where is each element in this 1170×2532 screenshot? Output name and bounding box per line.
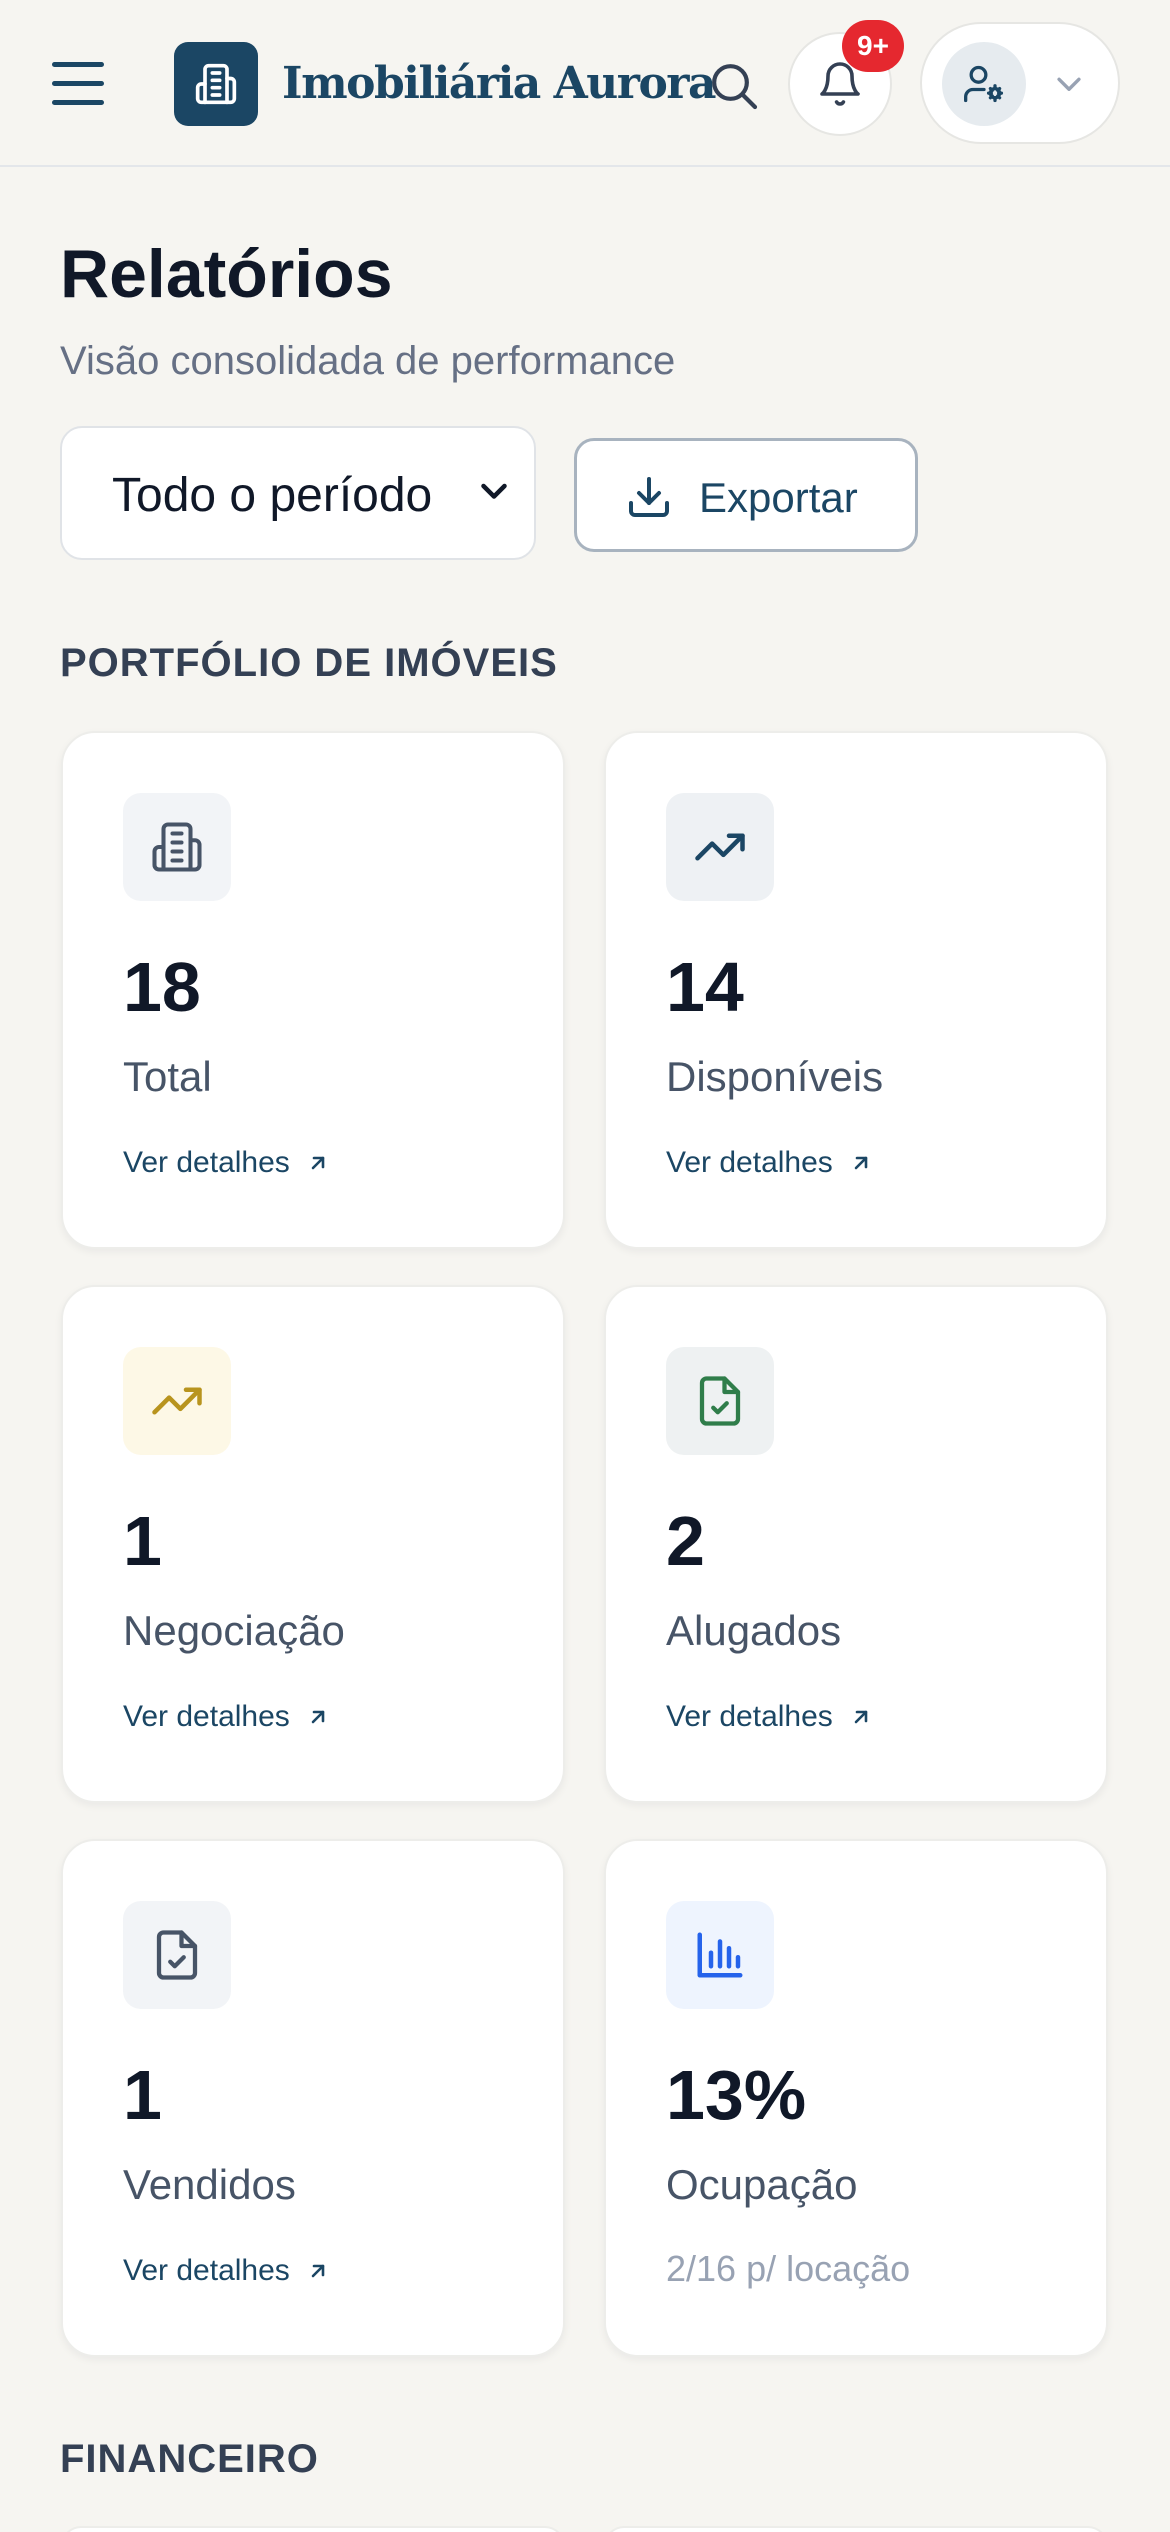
stat-card-sold[interactable]: 1 Vendidos Ver detalhes (61, 1839, 565, 2357)
stat-label: Disponíveis (666, 1053, 884, 1100)
view-details-label: Ver detalhes (666, 1146, 833, 1179)
stat-value: 14 (666, 948, 744, 1026)
avatar (942, 42, 1026, 126)
view-details-label: Ver detalhes (123, 1146, 290, 1179)
view-details-label: Ver detalhes (123, 2254, 290, 2287)
stat-card-occupancy: 13% Ocupação 2/16 p/ locação (604, 1839, 1108, 2357)
download-icon (629, 477, 669, 517)
period-select-value: Todo o período (112, 469, 433, 522)
trending-up-icon (152, 1387, 202, 1415)
view-details-link[interactable]: Ver detalhes (123, 1695, 330, 1739)
stat-icon-box (666, 793, 774, 901)
stat-card-rented[interactable]: 2 Alugados Ver detalhes (604, 1285, 1108, 1803)
view-details-label: Ver detalhes (123, 1700, 290, 1733)
view-details-link[interactable]: Ver detalhes (123, 2249, 330, 2293)
brand-name[interactable]: Imobiliária Aurora (282, 52, 716, 116)
stat-value: 1 (123, 2056, 162, 2134)
export-button[interactable]: Exportar (574, 438, 918, 552)
export-button-label: Exportar (699, 474, 858, 521)
financial-card-preview (604, 2526, 1108, 2532)
arrow-up-right-icon (854, 1710, 868, 1724)
occupancy-detail: 2/16 p/ locação (666, 2248, 911, 2289)
search-icon[interactable] (706, 58, 762, 114)
view-details-label: Ver detalhes (666, 1700, 833, 1733)
brand-logo[interactable] (174, 42, 258, 126)
financial-card-preview (61, 2526, 565, 2532)
stat-value: 13% (666, 2056, 807, 2134)
stat-icon-box (123, 793, 231, 901)
arrow-up-right-icon (854, 1156, 868, 1170)
stat-label: Alugados (666, 1607, 842, 1654)
stat-icon-box (123, 1901, 231, 2009)
view-details-link[interactable]: Ver detalhes (123, 1141, 330, 1185)
user-menu-button[interactable] (920, 22, 1120, 144)
top-app-bar: Imobiliária Aurora 9+ (0, 0, 1170, 167)
stat-value: 1 (123, 1502, 162, 1580)
period-select[interactable]: Todo o período (60, 426, 536, 560)
user-cog-icon (964, 65, 1004, 103)
building-icon (195, 63, 237, 105)
stat-label: Negociação (123, 1607, 345, 1654)
arrow-up-right-icon (311, 2264, 325, 2278)
stat-icon-box (666, 1347, 774, 1455)
chevron-down-icon (1057, 77, 1081, 91)
stat-icon-box (123, 1347, 231, 1455)
notification-count-badge: 9+ (842, 20, 904, 72)
menu-icon[interactable] (52, 58, 108, 108)
stat-value: 2 (666, 1502, 705, 1580)
stat-value: 18 (123, 948, 201, 1026)
stat-label: Ocupação (666, 2161, 858, 2208)
bar-chart-icon (697, 1932, 743, 1978)
page-title: Relatórios (60, 236, 393, 312)
building-icon (152, 822, 202, 872)
file-check-icon (156, 1930, 198, 1980)
view-details-link[interactable]: Ver detalhes (666, 1141, 873, 1185)
stat-card-negotiation[interactable]: 1 Negociação Ver detalhes (61, 1285, 565, 1803)
chevron-down-icon (481, 483, 507, 499)
section-title-portfolio: PORTFÓLIO DE IMÓVEIS (60, 641, 558, 685)
stat-card-available[interactable]: 14 Disponíveis Ver detalhes (604, 731, 1108, 1249)
stat-label: Total (123, 1053, 212, 1100)
view-details-link[interactable]: Ver detalhes (666, 1695, 873, 1739)
stat-icon-box (666, 1901, 774, 2009)
stat-label: Vendidos (123, 2161, 296, 2208)
arrow-up-right-icon (311, 1710, 325, 1724)
arrow-up-right-icon (311, 1156, 325, 1170)
page-subtitle: Visão consolidada de performance (60, 339, 676, 383)
trending-up-icon (695, 833, 745, 861)
section-title-financial: FINANCEIRO (60, 2437, 319, 2481)
file-check-icon (699, 1376, 741, 1426)
stat-card-total[interactable]: 18 Total Ver detalhes (61, 731, 565, 1249)
